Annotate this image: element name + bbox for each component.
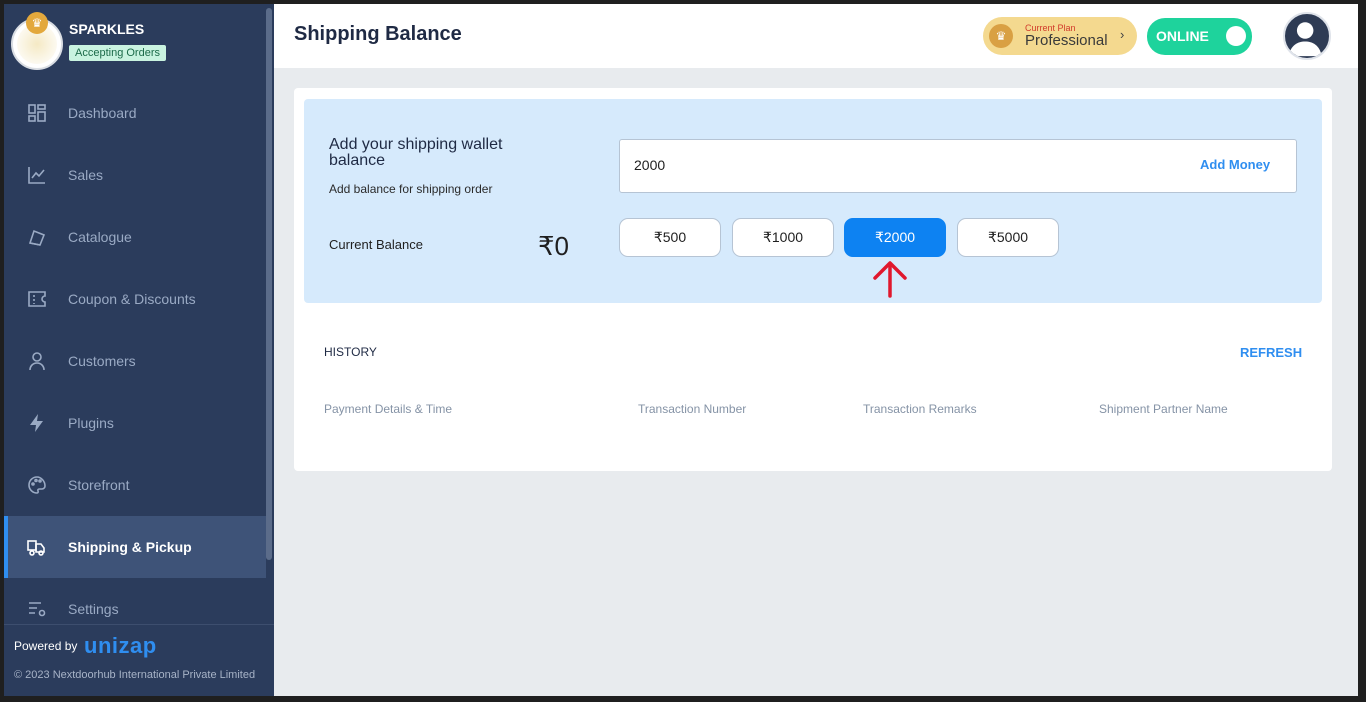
sidebar-item-shipping[interactable]: Shipping & Pickup (4, 516, 266, 578)
powered-by-label: Powered by (14, 639, 78, 653)
toggle-knob (1226, 26, 1246, 46)
column-header: Transaction Remarks (863, 402, 977, 416)
shipping-icon (26, 536, 48, 558)
chart-line-icon (26, 164, 48, 186)
current-balance-value: ₹0 (538, 231, 570, 261)
sidebar-item-sales[interactable]: Sales (4, 144, 266, 206)
sidebar-item-catalogue[interactable]: Catalogue (4, 206, 266, 268)
sidebar-item-label: Settings (68, 601, 119, 617)
amount-input[interactable]: 2000 Add Money (619, 139, 1297, 193)
settings-icon (26, 598, 48, 620)
coupon-icon (26, 288, 48, 310)
amount-value: 2000 (634, 157, 666, 173)
preset-1000-button[interactable]: ₹1000 (732, 218, 834, 257)
sidebar-item-plugins[interactable]: Plugins (4, 392, 266, 454)
wallet-subtitle: Add balance for shipping order (329, 182, 493, 196)
preset-500-button[interactable]: ₹500 (619, 218, 721, 257)
palette-icon (26, 474, 48, 496)
arrow-up-icon (873, 261, 907, 298)
sidebar-item-label: Customers (68, 353, 136, 369)
sidebar-item-label: Coupon & Discounts (68, 291, 196, 307)
sidebar-item-label: Dashboard (68, 105, 137, 121)
unizap-logo: unizap (84, 633, 157, 658)
sidebar-item-label: Catalogue (68, 229, 132, 245)
add-money-button[interactable]: Add Money (1200, 157, 1270, 172)
sidebar: ♛ SPARKLES Accepting Orders Dashboard Sa… (4, 4, 274, 696)
crown-icon: ♛ (26, 12, 48, 34)
preset-5000-button[interactable]: ₹5000 (957, 218, 1059, 257)
powered-by-footer: Powered by unizap © 2023 Nextdoorhub Int… (4, 624, 274, 696)
plan-name: Professional (1025, 32, 1108, 49)
catalogue-icon (26, 226, 48, 248)
history-label: HISTORY (324, 345, 377, 359)
sidebar-item-dashboard[interactable]: Dashboard (4, 82, 266, 144)
column-header: Payment Details & Time (324, 402, 453, 416)
bolt-icon (26, 412, 48, 434)
sidebar-scrollbar[interactable] (266, 8, 272, 560)
wallet-panel: Add your shipping wallet balance Add bal… (304, 99, 1322, 303)
copyright-text: © 2023 Nextdoorhub International Private… (14, 669, 256, 681)
shipping-balance-card: Add your shipping wallet balance Add bal… (294, 88, 1332, 471)
online-toggle[interactable]: ONLINE (1147, 18, 1252, 55)
crown-icon: ♛ (989, 24, 1013, 48)
sidebar-item-label: Plugins (68, 415, 114, 431)
column-header: Shipment Partner Name (1099, 402, 1228, 416)
wallet-title: Add your shipping wallet balance (329, 136, 503, 169)
sidebar-item-label: Storefront (68, 477, 130, 493)
current-balance-label: Current Balance (329, 237, 423, 252)
column-header: Transaction Number (638, 402, 747, 416)
app-window: ♛ SPARKLES Accepting Orders Dashboard Sa… (4, 4, 1358, 696)
user-icon (26, 350, 48, 372)
preset-2000-button[interactable]: ₹2000 (844, 218, 946, 257)
refresh-button[interactable]: REFRESH (1240, 345, 1302, 360)
online-label: ONLINE (1156, 28, 1209, 44)
top-header: Shipping Balance ♛ Current Plan Professi… (274, 4, 1358, 68)
current-plan-button[interactable]: ♛ Current Plan Professional › (983, 17, 1137, 55)
sidebar-item-label: Sales (68, 167, 104, 183)
status-badge: Accepting Orders (69, 45, 166, 61)
sidebar-item-label: Shipping & Pickup (68, 539, 192, 555)
store-name: SPARKLES (69, 21, 145, 37)
sidebar-nav: Dashboard Sales Catalogue Coupon & Disco… (4, 82, 266, 640)
sidebar-item-coupons[interactable]: Coupon & Discounts (4, 268, 266, 330)
chevron-right-icon: › (1120, 27, 1125, 42)
avatar[interactable] (1283, 12, 1331, 60)
sidebar-item-storefront[interactable]: Storefront (4, 454, 266, 516)
sidebar-item-customers[interactable]: Customers (4, 330, 266, 392)
page-title: Shipping Balance (294, 23, 462, 45)
store-brand[interactable]: ♛ SPARKLES Accepting Orders (4, 4, 266, 82)
dashboard-icon (26, 102, 48, 124)
